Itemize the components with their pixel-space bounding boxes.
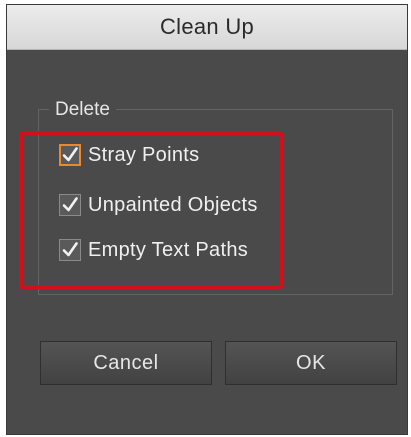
checkmark-icon xyxy=(62,147,78,162)
stray-points-label[interactable]: Stray Points xyxy=(88,144,199,167)
stray-points-checkbox[interactable] xyxy=(59,144,81,166)
option-empty-text-paths[interactable]: Empty Text Paths xyxy=(59,237,248,263)
clean-up-dialog: Clean Up Delete Stray Points Unpainted O… xyxy=(6,4,408,435)
unpainted-objects-label[interactable]: Unpainted Objects xyxy=(88,194,258,217)
empty-text-paths-checkbox[interactable] xyxy=(59,239,81,261)
delete-group-legend: Delete xyxy=(49,99,116,121)
checkmark-icon xyxy=(62,242,78,257)
cancel-button[interactable]: Cancel xyxy=(40,341,212,385)
unpainted-objects-checkbox[interactable] xyxy=(59,194,81,216)
title-bar: Clean Up xyxy=(7,5,407,50)
dialog-title: Clean Up xyxy=(159,14,255,39)
option-unpainted-objects[interactable]: Unpainted Objects xyxy=(59,192,258,218)
option-stray-points[interactable]: Stray Points xyxy=(59,142,199,168)
empty-text-paths-label[interactable]: Empty Text Paths xyxy=(88,239,248,262)
checkmark-icon xyxy=(62,197,78,212)
ok-button[interactable]: OK xyxy=(225,341,397,385)
